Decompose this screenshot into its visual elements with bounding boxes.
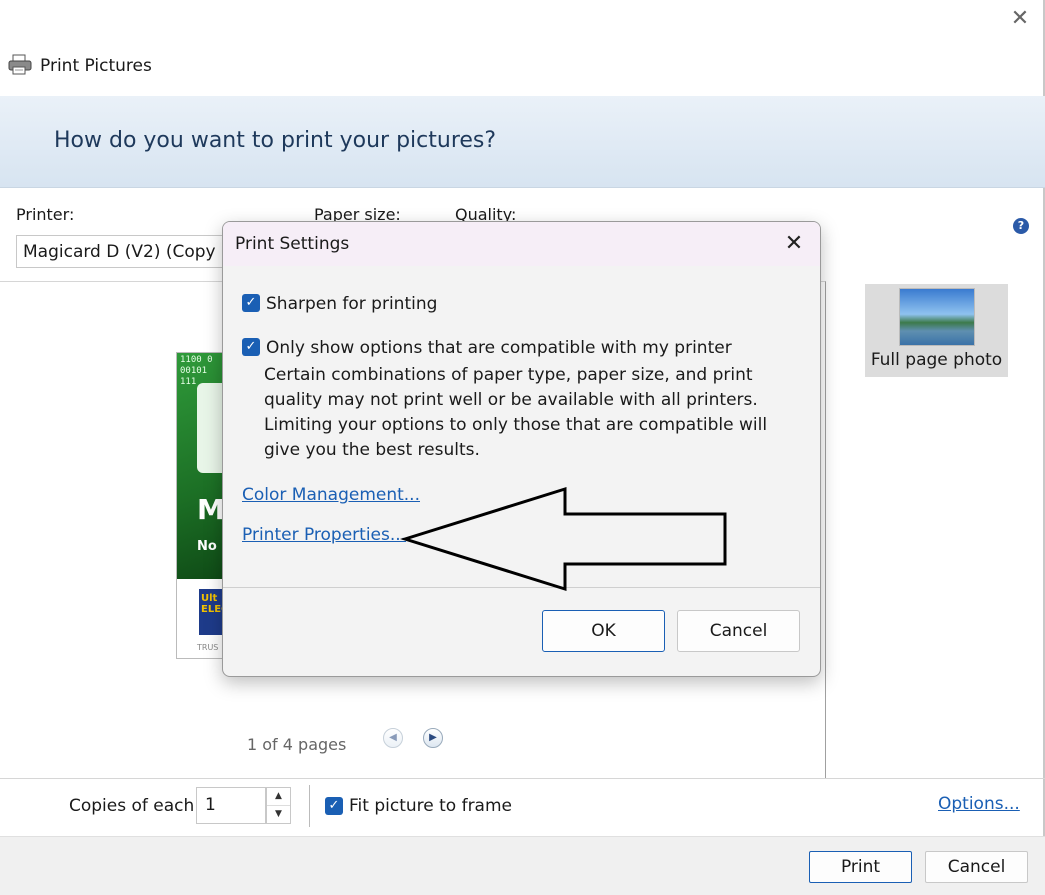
- compatible-options-checkbox[interactable]: ✓: [242, 338, 260, 356]
- fit-to-frame-checkbox[interactable]: ✓: [325, 797, 343, 815]
- page-heading: How do you want to print your pictures?: [54, 128, 497, 153]
- printer-icon: [8, 53, 32, 80]
- prev-page-button[interactable]: ◀: [383, 728, 403, 748]
- printer-dropdown[interactable]: Magicard D (V2) (Copy 1): [16, 235, 226, 268]
- spin-up-button[interactable]: ▲: [267, 788, 290, 806]
- vertical-separator: [309, 785, 310, 827]
- print-button[interactable]: Print: [809, 851, 912, 883]
- help-icon[interactable]: ?: [1013, 218, 1029, 234]
- card-subtext: No: [197, 539, 217, 554]
- window-close-icon[interactable]: ✕: [1006, 5, 1034, 33]
- dialog-close-icon[interactable]: ✕: [780, 230, 808, 258]
- sharpen-label[interactable]: Sharpen for printing: [266, 294, 437, 314]
- copies-input[interactable]: 1: [196, 787, 266, 824]
- ok-button[interactable]: OK: [542, 610, 665, 652]
- copies-spinner: ▲ ▼: [266, 787, 291, 824]
- divider: [0, 778, 1045, 779]
- options-link[interactable]: Options...: [938, 794, 1020, 814]
- printer-properties-link[interactable]: Printer Properties...: [242, 525, 406, 545]
- layout-option-label: Full page photo: [870, 350, 1003, 370]
- sharpen-checkbox[interactable]: ✓: [242, 294, 260, 312]
- window-title: Print Pictures: [40, 56, 152, 76]
- dialog-cancel-button[interactable]: Cancel: [677, 610, 800, 652]
- color-management-link[interactable]: Color Management...: [242, 485, 420, 505]
- print-settings-dialog: Print Settings ✕ ✓ Sharpen for printing …: [222, 221, 821, 677]
- window-title-bar: Print Pictures: [8, 52, 152, 80]
- layout-option-full-page[interactable]: Full page photo: [865, 284, 1008, 377]
- fit-to-frame-label[interactable]: Fit picture to frame: [349, 796, 512, 816]
- dialog-title: Print Settings: [235, 234, 350, 254]
- card-letter: M: [197, 493, 225, 526]
- printer-label: Printer:: [16, 205, 75, 224]
- spin-down-button[interactable]: ▼: [267, 806, 290, 823]
- cancel-button[interactable]: Cancel: [925, 851, 1028, 883]
- compatible-options-label[interactable]: Only show options that are compatible wi…: [266, 338, 732, 358]
- copies-label: Copies of each: [69, 796, 195, 816]
- annotation-arrow-icon: [400, 486, 727, 592]
- compatible-options-description: Certain combinations of paper type, pape…: [264, 365, 768, 460]
- page-count: 1 of 4 pages: [247, 735, 347, 754]
- card-footer-text: TRUS: [197, 643, 219, 652]
- full-page-photo-thumbnail: [899, 288, 975, 346]
- next-page-button[interactable]: ▶: [423, 728, 443, 748]
- dialog-title-bar: Print Settings ✕: [223, 222, 820, 266]
